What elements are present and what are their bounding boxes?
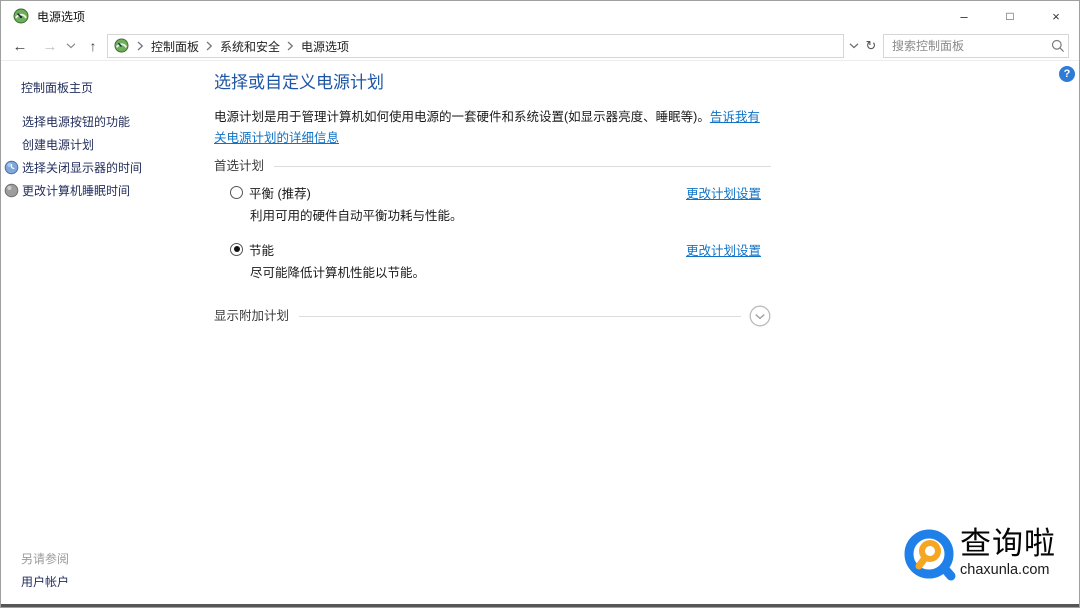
sidebar-item-sleep-time[interactable]: 更改计算机睡眠时间 — [4, 182, 130, 199]
additional-plans-label: 显示附加计划 — [214, 309, 290, 323]
see-also-header: 另请参阅 — [21, 552, 70, 566]
search-icon[interactable] — [1051, 39, 1065, 53]
chaxunla-watermark: 查询啦 chaxunla.com — [904, 527, 1064, 588]
chaxunla-logo-icon — [904, 527, 958, 588]
preferred-plans-section-header: 首选计划 — [214, 158, 771, 174]
divider — [299, 315, 741, 317]
back-button[interactable]: ← — [7, 31, 33, 61]
content-area: ? 控制面板主页 选择电源按钮的功能 创建电源计划 选择关闭显示器的时间 更改计… — [1, 61, 1079, 604]
sidebar-item-label: 更改计算机睡眠时间 — [22, 184, 131, 198]
change-plan-settings-link[interactable]: 更改计划设置 — [686, 183, 761, 202]
display-clock-icon — [4, 160, 19, 175]
sidebar-item-power-buttons[interactable]: 选择电源按钮的功能 — [4, 113, 130, 130]
maximize-button[interactable]: □ — [987, 1, 1033, 31]
search-box — [883, 34, 1069, 58]
plan-intro-text: 电源计划是用于管理计算机如何使用电源的一套硬件和系统设置(如显示器亮度、睡眠等)… — [214, 107, 771, 149]
sidebar-item-create-power-plan[interactable]: 创建电源计划 — [4, 136, 94, 153]
power-saver-radio[interactable] — [230, 242, 243, 256]
plan-intro-body: 电源计划是用于管理计算机如何使用电源的一套硬件和系统设置(如显示器亮度、睡眠等)… — [214, 110, 710, 124]
sidebar-item-control-panel-home[interactable]: 控制面板主页 — [21, 79, 93, 96]
sidebar-item-label: 选择电源按钮的功能 — [22, 115, 131, 129]
breadcrumb-system-security[interactable]: 系统和安全 — [220, 38, 280, 55]
plan-row-balanced: 平衡 (推荐) 更改计划设置 利用可用的硬件自动平衡功耗与性能。 — [214, 183, 771, 224]
additional-plans-section-header: 显示附加计划 — [214, 305, 771, 327]
navigation-toolbar: ← → ↑ 控制面板 系统和安全 电源选项 ↻ 搜索控制面板 — [1, 31, 1079, 61]
expand-additional-plans-chevron-icon[interactable] — [749, 305, 771, 327]
main-panel: 选择或自定义电源计划 电源计划是用于管理计算机如何使用电源的一套硬件和系统设置(… — [214, 71, 771, 327]
up-button[interactable]: ↑ — [81, 31, 105, 61]
power-gauge-icon — [114, 38, 130, 54]
change-plan-settings-link[interactable]: 更改计划设置 — [686, 240, 761, 259]
help-icon[interactable]: ? — [1059, 66, 1075, 82]
chevron-right-icon — [137, 41, 144, 51]
plan-name: 平衡 (推荐) — [249, 186, 311, 201]
watermark-domain: chaxunla.com — [960, 562, 1050, 578]
refresh-button[interactable]: ↻ — [862, 31, 880, 61]
balanced-radio[interactable] — [230, 185, 243, 199]
minimize-button[interactable]: – — [941, 1, 987, 31]
breadcrumb-power-options[interactable]: 电源选项 — [301, 38, 349, 55]
recent-pages-chevron-icon[interactable] — [63, 31, 79, 61]
address-dropdown-chevron-icon[interactable] — [846, 31, 862, 61]
power-options-window: 电源选项 – □ × ← → ↑ 控制面板 系统和安全 电源选项 ↻ 搜索控制面… — [0, 0, 1080, 608]
sidebar-item-label: 创建电源计划 — [22, 138, 95, 152]
window-controls: – □ × — [941, 1, 1079, 31]
window-bottom-edge — [1, 604, 1079, 607]
sidebar-item-label: 选择关闭显示器的时间 — [22, 161, 143, 175]
watermark-brand-name: 查询啦 — [960, 526, 1056, 561]
close-button[interactable]: × — [1033, 1, 1079, 31]
plan-description: 利用可用的硬件自动平衡功耗与性能。 — [250, 209, 463, 223]
plan-description: 尽可能降低计算机性能以节能。 — [250, 266, 426, 280]
sleep-icon — [4, 183, 19, 198]
watermark-text: 查询啦 chaxunla.com — [960, 526, 1056, 579]
sidebar-item-display-off-time[interactable]: 选择关闭显示器的时间 — [4, 159, 142, 176]
plan-name: 节能 — [249, 243, 275, 258]
address-bar[interactable]: 控制面板 系统和安全 电源选项 — [107, 34, 844, 58]
chevron-right-icon — [206, 41, 213, 51]
divider — [274, 165, 771, 167]
forward-button[interactable]: → — [37, 31, 63, 61]
preferred-plans-label: 首选计划 — [214, 159, 265, 173]
search-input[interactable] — [884, 39, 1051, 53]
window-title: 电源选项 — [37, 9, 86, 24]
plan-row-power-saver: 节能 更改计划设置 尽可能降低计算机性能以节能。 — [214, 240, 771, 281]
sidebar-item-user-accounts[interactable]: 用户帐户 — [21, 573, 69, 590]
title-bar: 电源选项 – □ × — [1, 1, 1079, 31]
power-gauge-icon — [13, 8, 29, 24]
chevron-right-icon — [287, 41, 294, 51]
breadcrumb-control-panel[interactable]: 控制面板 — [151, 38, 199, 55]
page-title: 选择或自定义电源计划 — [214, 73, 384, 92]
